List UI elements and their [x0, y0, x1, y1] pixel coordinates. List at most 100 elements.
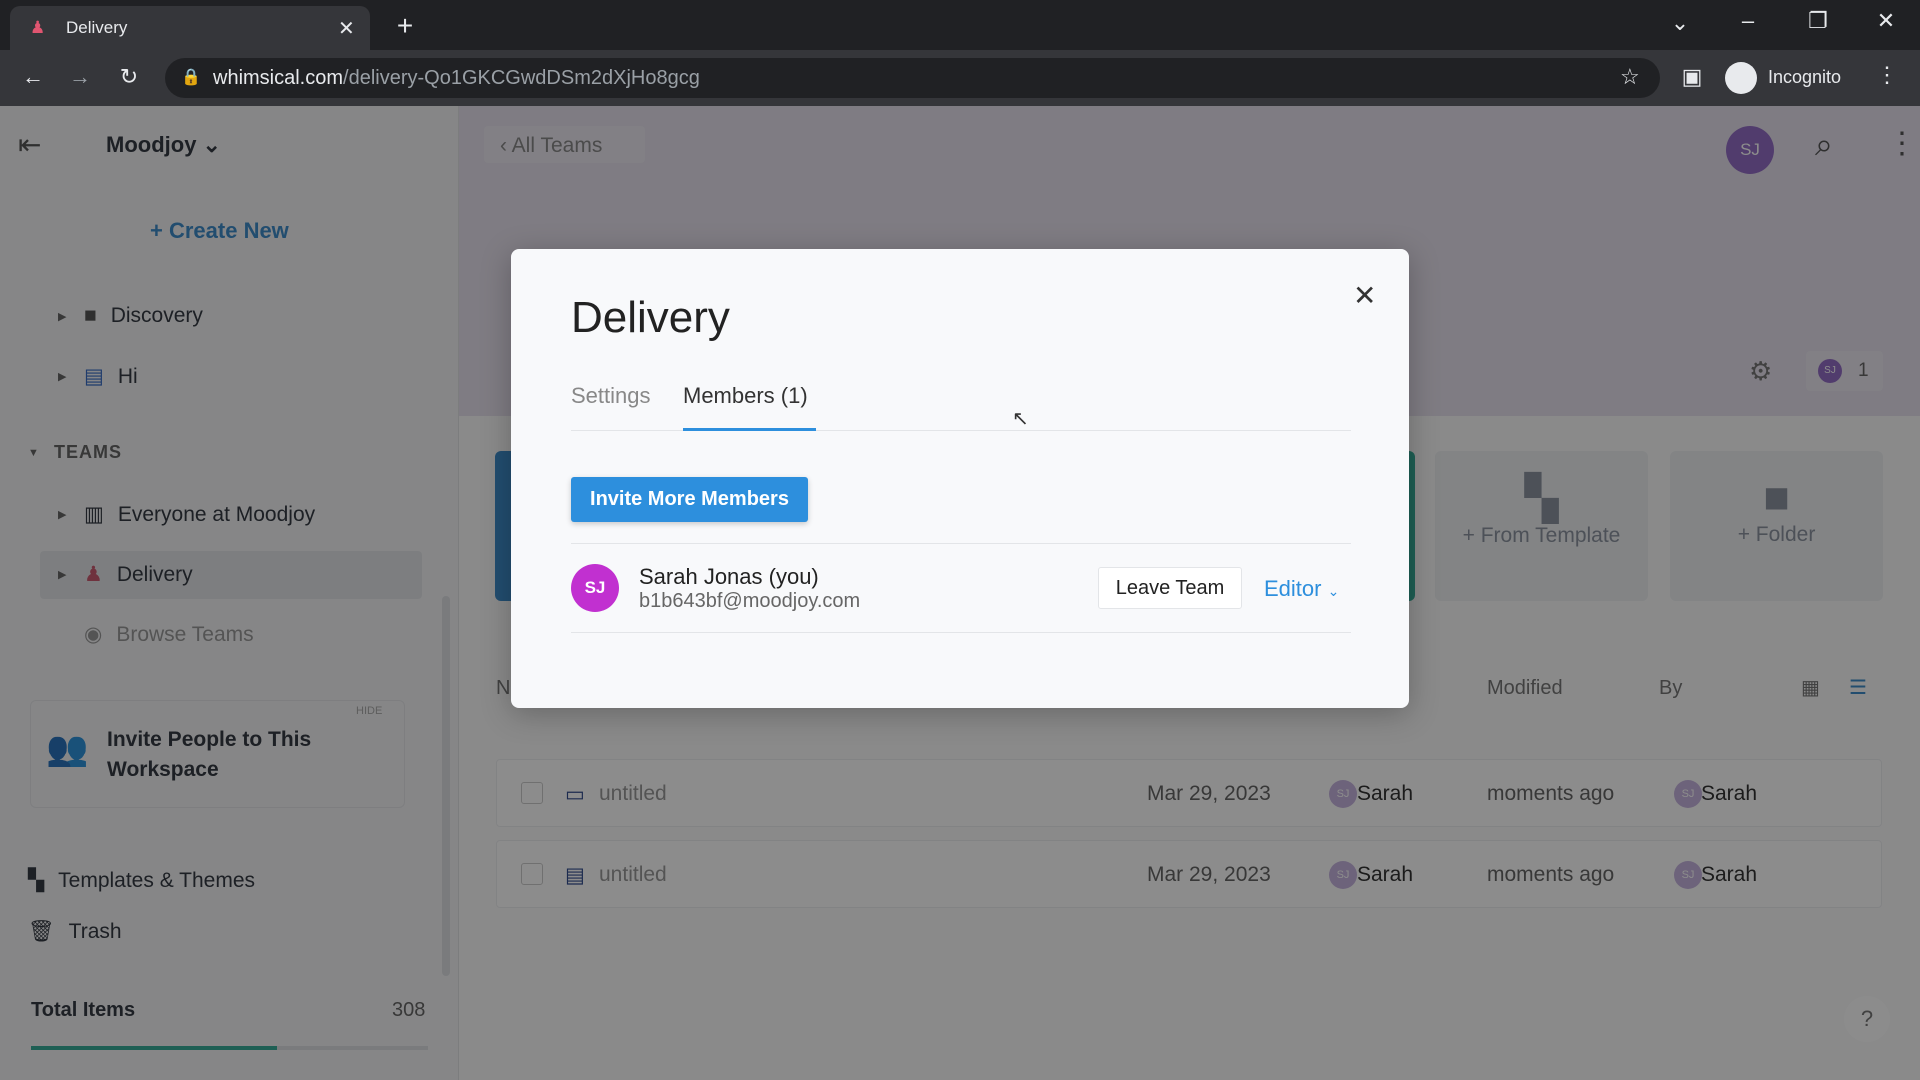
tab-search-icon[interactable]: ⌄ — [1665, 10, 1695, 36]
folder-card[interactable]: ■ + Folder — [1670, 451, 1883, 601]
more-menu-icon[interactable]: ⋮ — [1887, 126, 1917, 161]
member-count: 1 — [1858, 360, 1869, 381]
browse-teams-link[interactable]: ◉ Browse Teams — [58, 622, 254, 647]
trash-icon: 🗑 — [28, 920, 55, 943]
role-dropdown[interactable]: Editor ⌄ — [1264, 576, 1339, 602]
table-row[interactable]: ▭ untitled Mar 29, 2023 SJ Sarah moments… — [496, 759, 1882, 827]
team-settings-gear-icon[interactable]: ⚙ — [1749, 356, 1772, 387]
usage-bar — [31, 1046, 428, 1050]
row-by: Sarah — [1701, 863, 1758, 886]
row-checkbox[interactable] — [521, 863, 543, 885]
creator-avatar: SJ — [1329, 780, 1357, 808]
lock-icon: 🔒 — [181, 69, 201, 86]
tab-settings[interactable]: Settings — [571, 383, 651, 409]
row-modified: moments ago — [1487, 782, 1615, 805]
tab-members[interactable]: Members (1) — [683, 383, 808, 409]
profile-label[interactable]: Incognito — [1768, 67, 1841, 88]
invite-more-members-button[interactable]: Invite More Members — [571, 477, 808, 522]
folder-icon: ■ — [1763, 473, 1790, 522]
user-avatar[interactable]: SJ — [1726, 126, 1774, 174]
sidebar-team-delivery[interactable]: ▶ ♟ Delivery — [58, 562, 193, 587]
trash-link[interactable]: 🗑 Trash — [28, 920, 122, 944]
total-items-value: 308 — [392, 999, 426, 1021]
browser-menu-icon[interactable]: ⋮ — [1872, 62, 1902, 88]
side-panel-icon[interactable]: ▣ — [1677, 64, 1707, 90]
item-label: Everyone at Moodjoy — [117, 502, 316, 526]
browser-tab[interactable]: ♟ Delivery ✕ — [10, 6, 370, 50]
column-modified-header[interactable]: Modified — [1487, 677, 1563, 700]
collapse-sidebar-icon[interactable]: ⇤ — [18, 128, 41, 161]
item-label: Browse Teams — [116, 622, 254, 646]
building-icon: ▥ — [84, 503, 104, 526]
divider — [571, 543, 1351, 544]
column-name-header[interactable]: N — [496, 677, 510, 700]
member-name: Sarah Jonas (you) — [639, 564, 819, 589]
divider — [571, 632, 1351, 633]
create-new-button[interactable]: + Create New — [150, 218, 289, 244]
reload-icon[interactable]: ↻ — [114, 64, 144, 90]
url-field[interactable]: 🔒 whimsical.com/delivery-Qo1GKCGwdDSm2dX… — [165, 58, 1660, 98]
folder-label: + Folder — [1737, 523, 1816, 546]
invite-card[interactable]: 👥 Invite People to This Workspace HIDE — [30, 700, 405, 808]
teams-label: TEAMS — [54, 442, 122, 462]
from-template-label: + From Template — [1462, 524, 1621, 547]
members-chip[interactable]: SJ 1 — [1806, 351, 1883, 391]
expand-icon[interactable]: ▶ — [58, 370, 70, 383]
column-by-header[interactable]: By — [1659, 677, 1682, 700]
table-row[interactable]: ▤ untitled Mar 29, 2023 SJ Sarah moments… — [496, 840, 1882, 908]
list-view-icon[interactable]: ☰ — [1849, 675, 1867, 700]
collapse-icon: ▼ — [28, 446, 40, 459]
sidebar-scrollbar[interactable] — [442, 596, 450, 976]
expand-icon[interactable]: ▶ — [58, 508, 70, 521]
sidebar-item-discovery[interactable]: ▶ ■ Discovery — [58, 304, 203, 328]
forward-icon[interactable]: → — [65, 64, 95, 90]
row-creator: Sarah — [1357, 782, 1414, 805]
row-checkbox[interactable] — [521, 782, 543, 804]
url-domain: whimsical.com — [213, 67, 344, 89]
from-template-card[interactable]: ▚ + From Template — [1435, 451, 1648, 601]
new-tab-icon[interactable]: + — [390, 10, 420, 42]
help-button[interactable]: ? — [1844, 996, 1890, 1042]
invite-label: Invite People to This Workspace — [107, 728, 312, 781]
teams-section-header[interactable]: ▼ TEAMS — [28, 442, 122, 463]
hide-invite-button[interactable]: HIDE — [356, 705, 382, 717]
folder-icon: ■ — [84, 304, 97, 327]
all-teams-button[interactable]: ‹ All Teams — [484, 126, 645, 163]
member-avatar: SJ — [1818, 359, 1842, 383]
close-tab-icon[interactable]: ✕ — [338, 16, 355, 41]
sidebar-team-everyone[interactable]: ▶ ▥ Everyone at Moodjoy — [58, 502, 315, 527]
templates-icon: ▚ — [1524, 474, 1559, 523]
mouse-cursor-icon: ↖ — [1012, 408, 1029, 430]
row-creator: Sarah — [1357, 863, 1414, 886]
expand-icon[interactable]: ▶ — [58, 568, 70, 581]
row-name[interactable]: untitled — [599, 782, 667, 806]
team-favicon-icon: ♟ — [30, 18, 46, 37]
bookmark-star-icon[interactable]: ☆ — [1620, 64, 1640, 90]
restore-icon[interactable]: ❐ — [1803, 8, 1833, 34]
row-name[interactable]: untitled — [599, 863, 667, 887]
grid-view-icon[interactable]: ▦ — [1801, 675, 1820, 700]
templates-icon: ▚ — [28, 869, 45, 892]
modifier-avatar: SJ — [1674, 861, 1702, 889]
leave-team-button[interactable]: Leave Team — [1098, 567, 1242, 609]
presentation-icon: ▭ — [565, 783, 585, 806]
close-modal-icon[interactable]: ✕ — [1353, 279, 1376, 312]
board-icon: ▤ — [565, 864, 585, 887]
incognito-icon — [1725, 62, 1757, 94]
item-label: Hi — [117, 364, 138, 388]
chevron-down-icon: ⌄ — [1327, 583, 1340, 599]
minimize-icon[interactable]: – — [1733, 8, 1763, 34]
back-icon[interactable]: ← — [18, 64, 48, 90]
templates-link[interactable]: ▚ Templates & Themes — [28, 868, 255, 893]
row-created: Mar 29, 2023 — [1147, 863, 1271, 886]
workspace-name: Moodjoy — [106, 132, 197, 157]
browser-tab-bar: ♟ Delivery ✕ + ⌄ – ❐ ✕ — [0, 0, 1920, 50]
workspace-switcher[interactable]: Moodjoy ⌄ — [106, 132, 221, 158]
tab-title: Delivery — [66, 18, 128, 37]
expand-icon[interactable]: ▶ — [58, 310, 70, 323]
creator-avatar: SJ — [1329, 861, 1357, 889]
close-window-icon[interactable]: ✕ — [1871, 8, 1901, 34]
sidebar: ⇤ Moodjoy ⌄ + Create New ▶ ■ Discovery ▶ ▤ H… — [0, 106, 459, 1080]
sidebar-item-hi[interactable]: ▶ ▤ Hi — [58, 364, 138, 389]
search-icon[interactable]: ⌕ — [1815, 126, 1833, 164]
